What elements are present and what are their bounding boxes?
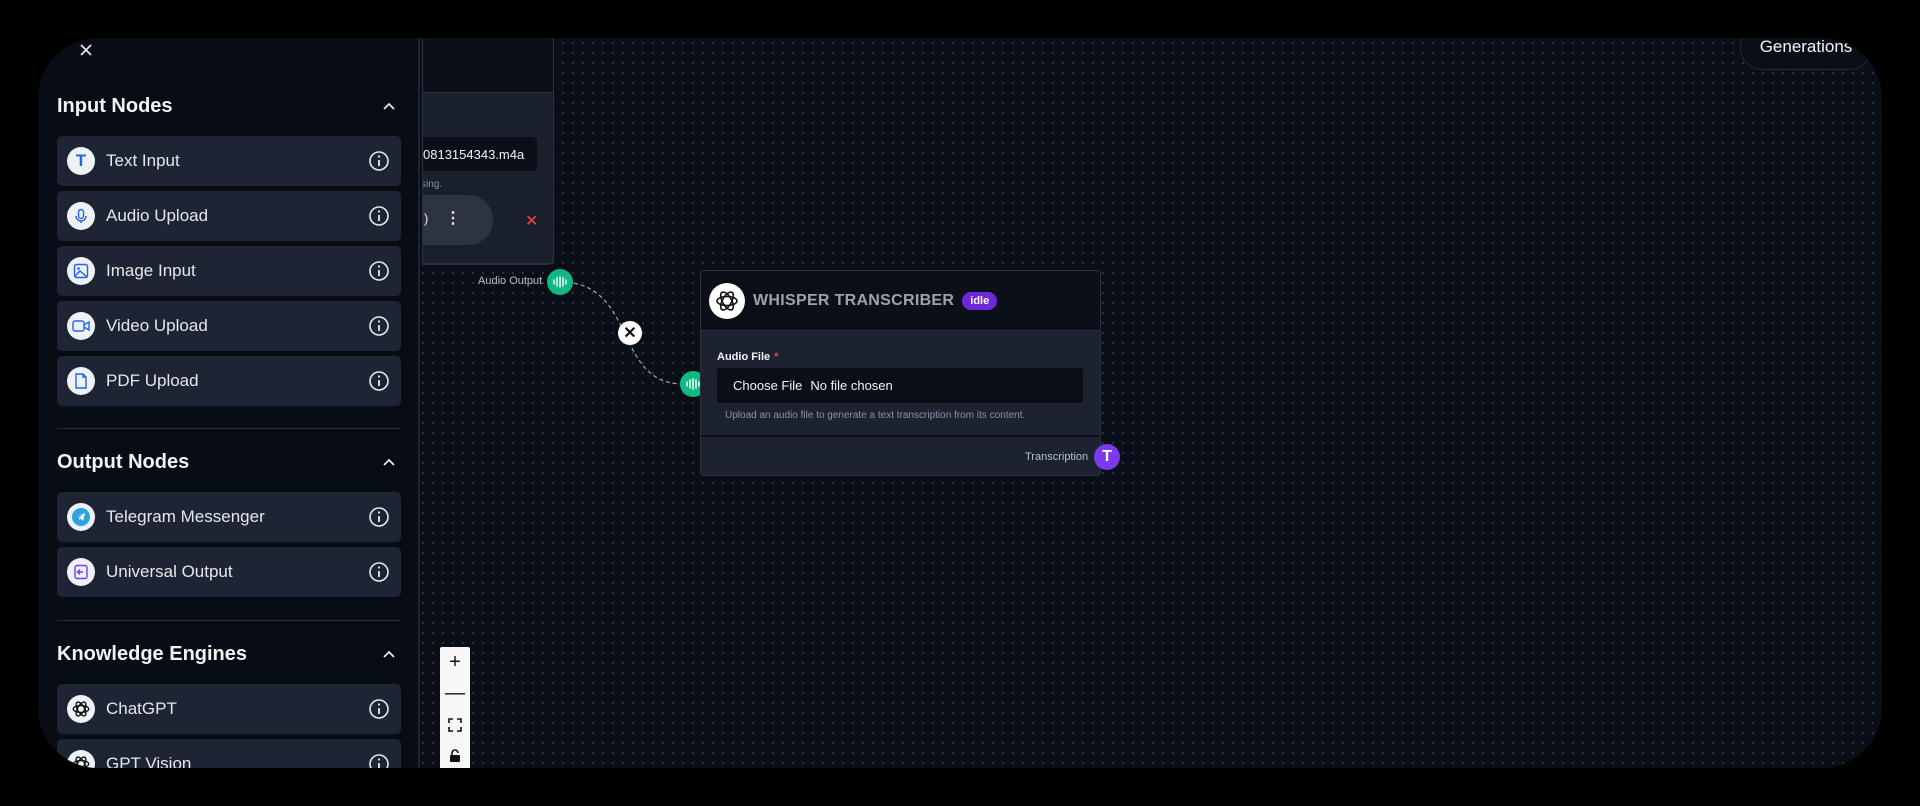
status-badge: idle — [962, 291, 998, 310]
section-title: Input Nodes — [57, 94, 173, 117]
sidebar-item-label: Video Upload — [106, 316, 208, 335]
section-divider — [57, 428, 401, 429]
sidebar-item-telegram-messenger[interactable]: Telegram Messenger — [57, 492, 401, 542]
sidebar-item-text-input[interactable]: T Text Input — [57, 136, 401, 186]
volume-icon[interactable]: ) — [424, 211, 428, 226]
waveform-icon — [686, 378, 700, 390]
audio-upload-node[interactable]: 0813154343.m4a sing. ) ⋮ ✕ — [422, 38, 554, 265]
microphone-icon — [67, 202, 95, 230]
info-icon[interactable] — [367, 204, 391, 228]
sidebar-item-universal-output[interactable]: Universal Output — [57, 547, 401, 597]
node-divider — [701, 435, 1100, 437]
info-icon[interactable] — [367, 314, 391, 338]
sidebar-item-chatgpt[interactable]: ChatGPT — [57, 684, 401, 734]
node-divider — [423, 263, 553, 264]
section-header[interactable]: Knowledge Engines — [57, 634, 401, 674]
section-title: Knowledge Engines — [57, 642, 248, 665]
sidebar-item-label: PDF Upload — [106, 371, 199, 390]
node-header — [423, 38, 553, 93]
info-icon[interactable] — [367, 505, 391, 529]
more-options-icon[interactable]: ⋮ — [445, 208, 461, 228]
section-title: Output Nodes — [57, 450, 190, 473]
workflow-canvas[interactable]: 0813154343.m4a sing. ) ⋮ ✕ Audio Output … — [38, 38, 1882, 768]
remove-file-icon[interactable]: ✕ — [525, 211, 538, 231]
zoom-in-button[interactable]: + — [440, 647, 470, 678]
helper-text: Upload an audio file to generate a text … — [725, 410, 1026, 421]
waveform-icon — [553, 276, 567, 288]
audio-output-handle[interactable] — [547, 269, 573, 295]
node-title: WHISPER TRANSCRIBER — [753, 291, 955, 309]
section-divider — [57, 620, 401, 621]
sidebar-item-label: Image Input — [106, 261, 196, 280]
audio-file-label: Audio File * — [717, 351, 778, 363]
required-mark: * — [774, 351, 779, 363]
audio-hint: sing. — [422, 179, 443, 190]
info-icon[interactable] — [367, 149, 391, 173]
lock-button[interactable] — [440, 740, 470, 768]
sidebar-item-pdf-upload[interactable]: PDF Upload — [57, 356, 401, 406]
sidebar-item-gpt-vision[interactable]: GPT Vision — [57, 739, 401, 768]
openai-icon — [709, 282, 745, 319]
whisper-transcriber-node[interactable]: WHISPER TRANSCRIBER idle Audio File * Cho… — [700, 270, 1101, 476]
output-nodes-section: Output Nodes Telegram Messenger Universa… — [57, 442, 401, 597]
audio-file-label-text: Audio File — [717, 351, 771, 363]
sidebar-item-label: ChatGPT — [106, 699, 177, 718]
delete-edge-button[interactable]: ✕ — [618, 321, 642, 345]
section-header[interactable]: Output Nodes — [57, 442, 401, 482]
sidebar-item-image-input[interactable]: Image Input — [57, 246, 401, 296]
video-icon — [67, 312, 95, 340]
section-header[interactable]: Input Nodes — [57, 86, 401, 126]
telegram-icon — [67, 503, 95, 531]
sidebar-item-label: GPT Vision — [106, 754, 192, 768]
sidebar-item-label: Universal Output — [106, 562, 233, 581]
openai-icon — [67, 750, 95, 768]
transcription-output-label: Transcription — [1025, 451, 1089, 463]
sidebar-item-audio-upload[interactable]: Audio Upload — [57, 191, 401, 241]
fit-view-button[interactable] — [440, 709, 470, 740]
input-nodes-section: Input Nodes T Text Input Audio Upload Im… — [57, 86, 401, 406]
zoom-out-button[interactable]: — — [440, 678, 470, 709]
audio-output-label: Audio Output — [478, 275, 543, 287]
openai-icon — [67, 695, 95, 723]
audio-file-input[interactable]: Choose File No file chosen — [717, 368, 1083, 403]
no-file-text: No file chosen — [810, 378, 893, 393]
chevron-up-icon[interactable] — [377, 450, 401, 474]
canvas-controls: + — — [440, 647, 470, 768]
choose-file-button[interactable]: Choose File — [733, 378, 802, 393]
close-icon — [80, 44, 92, 56]
chevron-up-icon[interactable] — [377, 94, 401, 118]
fit-view-icon — [448, 717, 462, 732]
sidebar-item-label: Telegram Messenger — [106, 507, 265, 526]
chevron-up-icon[interactable] — [377, 642, 401, 666]
audio-player[interactable]: ) ⋮ — [423, 195, 493, 245]
lock-icon — [450, 748, 460, 762]
generations-button[interactable]: Generations — [1740, 38, 1872, 70]
text-icon: T — [1102, 448, 1112, 465]
info-icon[interactable] — [367, 369, 391, 393]
knowledge-engines-section: Knowledge Engines ChatGPT GPT Vision — [57, 634, 401, 768]
sidebar-item-video-upload[interactable]: Video Upload — [57, 301, 401, 351]
info-icon[interactable] — [367, 560, 391, 584]
text-icon: T — [67, 147, 95, 175]
node-header: WHISPER TRANSCRIBER idle — [701, 271, 1100, 331]
info-icon[interactable] — [367, 697, 391, 721]
info-icon[interactable] — [367, 259, 391, 283]
image-icon — [67, 257, 95, 285]
audio-file-name: 0813154343.m4a — [423, 137, 537, 171]
transcription-output-handle[interactable]: T — [1094, 444, 1120, 470]
info-icon[interactable] — [367, 752, 391, 768]
sidebar-item-label: Text Input — [106, 151, 180, 170]
node-library-sidebar: Input Nodes T Text Input Audio Upload Im… — [38, 38, 420, 768]
sidebar-item-label: Audio Upload — [106, 206, 209, 225]
file-icon — [67, 367, 95, 395]
close-sidebar-button[interactable] — [74, 38, 98, 62]
output-icon — [67, 558, 95, 586]
